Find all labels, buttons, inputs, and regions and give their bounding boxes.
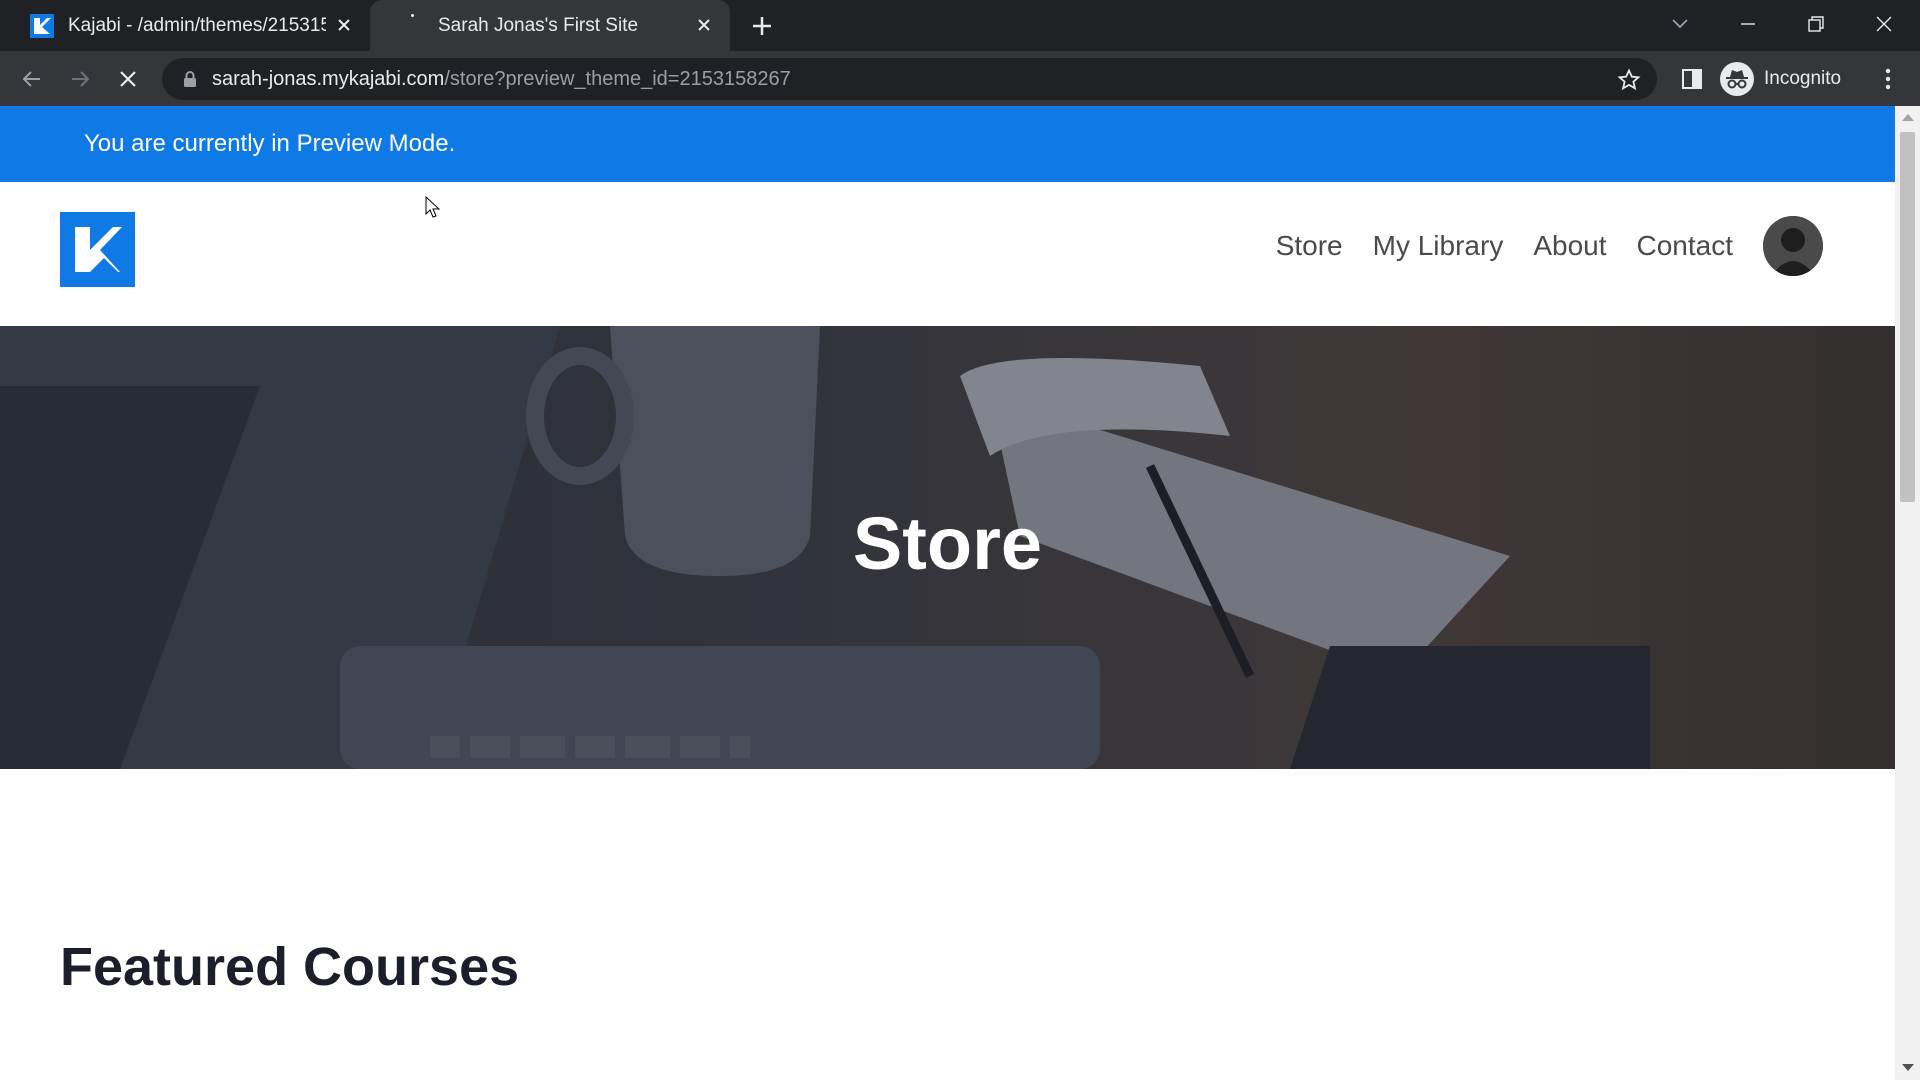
lock-icon[interactable]	[182, 70, 198, 88]
new-tab-icon[interactable]	[748, 12, 776, 40]
scrollbar-thumb[interactable]	[1900, 132, 1915, 502]
incognito-icon	[1720, 62, 1754, 96]
address-bar[interactable]: sarah-jonas.mykajabi.com/store?preview_t…	[162, 58, 1657, 100]
nav-store[interactable]: Store	[1276, 230, 1343, 262]
kajabi-logo-icon	[75, 227, 122, 272]
tab-title: Sarah Jonas's First Site	[438, 14, 639, 36]
close-tab-icon[interactable]	[332, 13, 356, 37]
scroll-down-icon[interactable]	[1902, 1064, 1914, 1071]
tab-kajabi-admin[interactable]: Kajabi - /admin/themes/21531582	[0, 0, 370, 51]
url-host: sarah-jonas.mykajabi.com	[212, 68, 445, 90]
user-avatar[interactable]	[1763, 216, 1823, 276]
mouse-cursor-icon	[425, 196, 441, 218]
site-header: Store My Library About Contact	[0, 182, 1895, 326]
browser-menu-icon[interactable]	[1872, 63, 1904, 95]
stop-loading-icon[interactable]	[112, 63, 144, 95]
nav-contact[interactable]: Contact	[1637, 230, 1734, 262]
forward-icon[interactable]	[64, 63, 96, 95]
incognito-profile-button[interactable]: Incognito	[1720, 58, 1841, 100]
site-nav: Store My Library About Contact	[1246, 216, 1823, 276]
back-icon[interactable]	[16, 63, 48, 95]
page-viewport: You are currently in Preview Mode. Store…	[0, 106, 1895, 1080]
hero-banner: Store	[0, 326, 1895, 769]
tab-search-icon[interactable]	[1660, 8, 1700, 40]
tab-title: Kajabi - /admin/themes/21531582	[68, 14, 326, 36]
restore-icon[interactable]	[1796, 8, 1836, 40]
url-path: /store?preview_theme_id=2153158267	[444, 68, 791, 90]
minimize-icon[interactable]	[1728, 8, 1768, 40]
nav-about[interactable]: About	[1533, 230, 1606, 262]
tab-strip: Kajabi - /admin/themes/21531582 Sarah Jo…	[0, 0, 1920, 51]
url-text[interactable]: sarah-jonas.mykajabi.com/store?preview_t…	[212, 68, 791, 91]
bookmark-star-icon[interactable]	[1617, 68, 1641, 92]
kajabi-favicon-icon	[30, 13, 54, 38]
page-scrollbar[interactable]	[1895, 106, 1920, 1080]
preview-mode-banner: You are currently in Preview Mode.	[0, 106, 1895, 182]
preview-mode-text: You are currently in Preview Mode.	[84, 130, 456, 157]
site-logo[interactable]	[60, 212, 135, 287]
tab-sarah-site[interactable]: Sarah Jonas's First Site	[370, 0, 730, 51]
side-panel-icon[interactable]	[1676, 63, 1708, 95]
user-silhouette-icon	[1763, 216, 1823, 276]
nav-my-library[interactable]: My Library	[1373, 230, 1504, 262]
featured-courses-heading: Featured Courses	[60, 937, 520, 997]
scroll-up-icon[interactable]	[1902, 114, 1914, 121]
browser-toolbar: sarah-jonas.mykajabi.com/store?preview_t…	[0, 51, 1920, 106]
hero-title: Store	[852, 502, 1043, 585]
close-window-icon[interactable]	[1864, 8, 1904, 40]
incognito-label: Incognito	[1764, 68, 1842, 89]
close-tab-icon[interactable]	[692, 13, 716, 37]
